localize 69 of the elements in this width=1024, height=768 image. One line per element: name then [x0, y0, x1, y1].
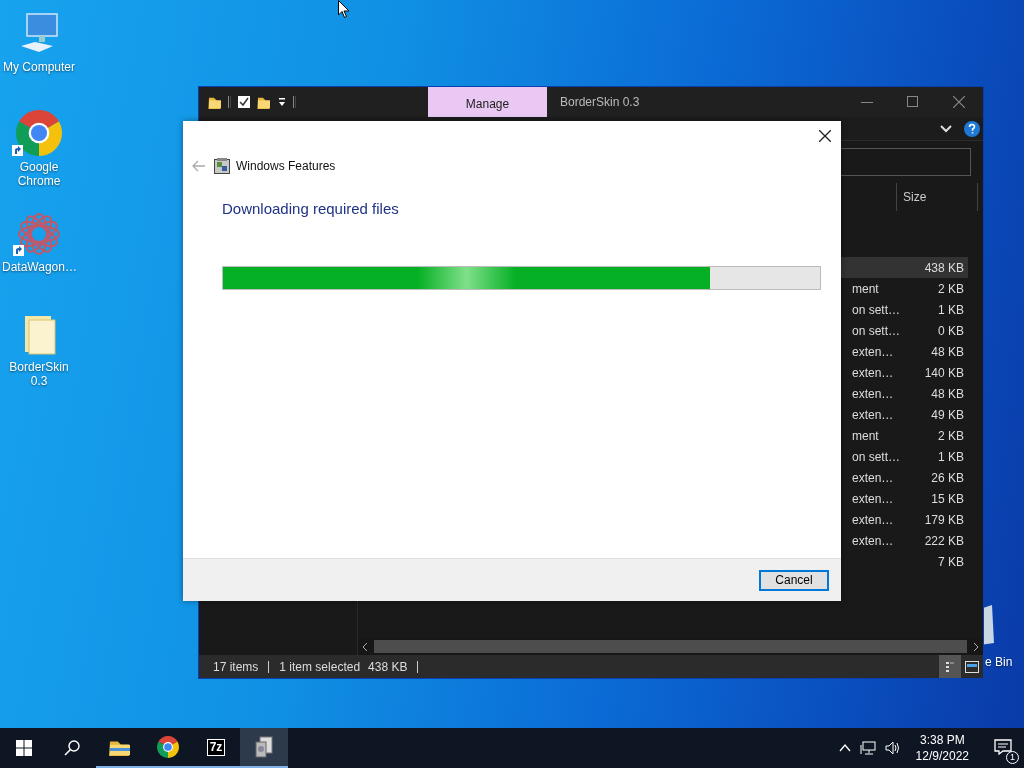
table-cell: 2 KB [938, 281, 964, 296]
notification-count: 1 [1006, 750, 1019, 764]
table-cell: on sett… [852, 449, 901, 464]
chevron-up-icon[interactable] [838, 744, 851, 752]
search-icon [64, 740, 80, 756]
table-cell: 1 KB [938, 449, 964, 464]
dialog-title: Windows Features [236, 159, 336, 173]
table-cell: ment [852, 428, 879, 443]
table-cell: exten… [852, 491, 894, 506]
star-pattern-icon [17, 212, 61, 256]
checklist-icon[interactable] [237, 95, 251, 109]
clock-date: 12/9/2022 [915, 748, 969, 764]
taskbar-app-button[interactable] [240, 728, 288, 768]
table-cell: exten… [852, 386, 894, 401]
dialog-heading: Downloading required files [221, 200, 400, 217]
network-icon[interactable] [859, 741, 876, 755]
chrome-icon [157, 736, 179, 758]
chevron-down-icon[interactable] [940, 124, 952, 133]
table-cell: 222 KB [924, 533, 964, 548]
installer-icon [254, 736, 274, 758]
table-cell: exten… [852, 365, 894, 380]
scroll-left-icon[interactable] [362, 642, 368, 651]
tiles-view-icon [965, 660, 979, 673]
scrollbar-thumb[interactable] [374, 640, 967, 653]
clock[interactable]: 3:38 PM 12/9/2022 [909, 732, 975, 764]
close-icon[interactable] [819, 130, 831, 142]
help-icon[interactable] [964, 120, 980, 137]
folder-icon [208, 95, 222, 109]
folder-icon[interactable] [257, 95, 271, 109]
features-icon [214, 158, 230, 174]
status-text: 17 items [213, 659, 259, 674]
details-view-button[interactable] [939, 655, 961, 678]
desktop-icon-label[interactable]: e Bin [985, 655, 1013, 669]
windows-logo-icon [16, 740, 32, 756]
column-header[interactable]: Size [896, 183, 978, 211]
table-cell: 48 KB [931, 386, 964, 401]
table-cell: 49 KB [931, 407, 964, 422]
scroll-right-icon[interactable] [973, 642, 979, 651]
table-cell: 438 KB [924, 260, 964, 275]
table-cell: exten… [852, 533, 894, 548]
table-cell: 179 KB [924, 512, 964, 527]
table-cell: on sett… [852, 323, 901, 338]
status-text: 438 KB [368, 659, 408, 674]
table-cell: 26 KB [931, 470, 964, 485]
table-cell: exten… [852, 512, 894, 527]
table-cell: 0 KB [938, 323, 964, 338]
table-cell: 140 KB [924, 365, 964, 380]
table-cell: exten… [852, 407, 894, 422]
volume-icon[interactable] [884, 741, 901, 755]
table-cell: exten… [852, 344, 894, 359]
clock-time: 3:38 PM [918, 732, 966, 748]
table-cell: on sett… [852, 302, 901, 317]
table-cell: ment [852, 281, 879, 296]
chrome-icon [16, 110, 62, 156]
details-view-icon [945, 660, 955, 673]
table-cell: exten… [852, 470, 894, 485]
archive-app-icon[interactable]: 7z [206, 738, 226, 756]
table-cell: 15 KB [931, 491, 964, 506]
table-cell: 48 KB [931, 344, 964, 359]
status-text: 1 item selected [279, 659, 361, 674]
maximize-icon[interactable] [907, 96, 919, 108]
table-cell: 2 KB [938, 428, 964, 443]
ribbon-tab[interactable]: Manage [428, 87, 547, 117]
table-cell: 7 KB [938, 554, 964, 569]
window-title: BorderSkin 0.3 [559, 94, 641, 111]
notification-icon[interactable] [994, 738, 1012, 755]
cursor-icon [338, 0, 350, 19]
table-cell: 1 KB [938, 302, 964, 317]
cancel-button[interactable]: Cancel [759, 569, 829, 591]
